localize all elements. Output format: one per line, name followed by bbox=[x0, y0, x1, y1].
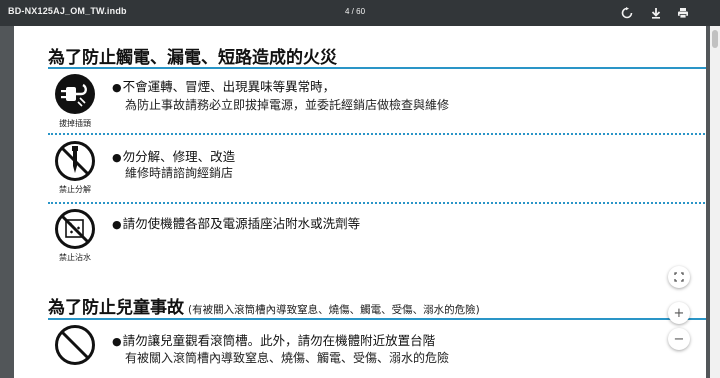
warning-text: ●請勿讓兒童觀看滾筒槽。此外，請勿在機體附近放置台階 bbox=[112, 330, 435, 349]
zoom-out-button[interactable]: − bbox=[668, 328, 690, 350]
viewer-toolbar: BD-NX125AJ_OM_TW.indb 4 / 60 bbox=[0, 0, 720, 26]
heading-text: 為了防止兒童事故 bbox=[48, 298, 184, 318]
warning-detail: 維修時請諮詢經銷店 bbox=[125, 166, 234, 180]
warning-line: 請勿使機體各部及電源插座沾附水或洗劑等 bbox=[122, 216, 361, 231]
bullet: ● bbox=[112, 81, 122, 94]
zoom-in-button[interactable]: + bbox=[668, 302, 690, 324]
warning-detail: 為防止事故請務必立即拔掉電源，並委託經銷店做檢查與維修 bbox=[125, 98, 450, 112]
unplug-icon bbox=[55, 74, 95, 114]
print-icon bbox=[678, 8, 688, 19]
warning-line: 不會運轉、冒煙、出現異味等異常時， bbox=[122, 79, 336, 94]
bullet: ● bbox=[112, 218, 122, 231]
download-icon bbox=[651, 8, 661, 19]
page-indicator[interactable]: 4 / 60 bbox=[345, 7, 365, 16]
document-title: BD-NX125AJ_OM_TW.indb bbox=[8, 6, 127, 16]
fit-page-icon bbox=[674, 272, 684, 282]
no-water-icon bbox=[55, 209, 95, 249]
rotate-button[interactable] bbox=[619, 5, 635, 21]
bullet: ● bbox=[112, 151, 122, 164]
no-disassembly-icon bbox=[55, 141, 95, 181]
warning-text: ●不會運轉、冒煙、出現異味等異常時， bbox=[112, 76, 335, 95]
scrollbar-track[interactable] bbox=[710, 26, 720, 378]
print-button[interactable] bbox=[675, 5, 691, 21]
scrollbar-thumb[interactable] bbox=[712, 30, 718, 48]
heading-note: (有被關入滾筒槽內導致窒息、燒傷、觸電、受傷、溺水的危險) bbox=[188, 304, 480, 316]
warning-detail: 有被關入滾筒槽內導致窒息、燒傷、觸電、受傷、溺水的危險 bbox=[125, 351, 450, 365]
divider bbox=[48, 133, 706, 135]
prohibited-icon bbox=[55, 325, 95, 365]
bullet: ● bbox=[112, 335, 122, 348]
section-heading-child-safety: 為了防止兒童事故 (有被關入滾筒槽內導致窒息、燒傷、觸電、受傷、溺水的危險) bbox=[48, 293, 480, 318]
pdf-page: 為了防止觸電、漏電、短路造成的火災 拔掉插頭 ●不會運轉、冒煙、出現異味等異常時… bbox=[14, 26, 706, 378]
divider bbox=[48, 202, 706, 204]
fit-page-button[interactable] bbox=[668, 266, 690, 288]
icon-label: 禁止沾水 bbox=[59, 253, 91, 262]
icon-label: 拔掉插頭 bbox=[59, 119, 91, 128]
icon-label: 禁止分解 bbox=[59, 185, 91, 194]
section-rule bbox=[48, 318, 706, 320]
download-button[interactable] bbox=[648, 5, 664, 21]
warning-line: 請勿讓兒童觀看滾筒槽。此外，請勿在機體附近放置台階 bbox=[122, 333, 436, 348]
warning-text: ●勿分解、修理、改造 bbox=[112, 146, 235, 165]
section-rule bbox=[48, 67, 706, 69]
rotate-icon bbox=[621, 7, 633, 19]
warning-text: ●請勿使機體各部及電源插座沾附水或洗劑等 bbox=[112, 213, 360, 232]
warning-line: 勿分解、修理、改造 bbox=[122, 149, 236, 164]
section-heading-fire: 為了防止觸電、漏電、短路造成的火災 bbox=[48, 48, 337, 68]
